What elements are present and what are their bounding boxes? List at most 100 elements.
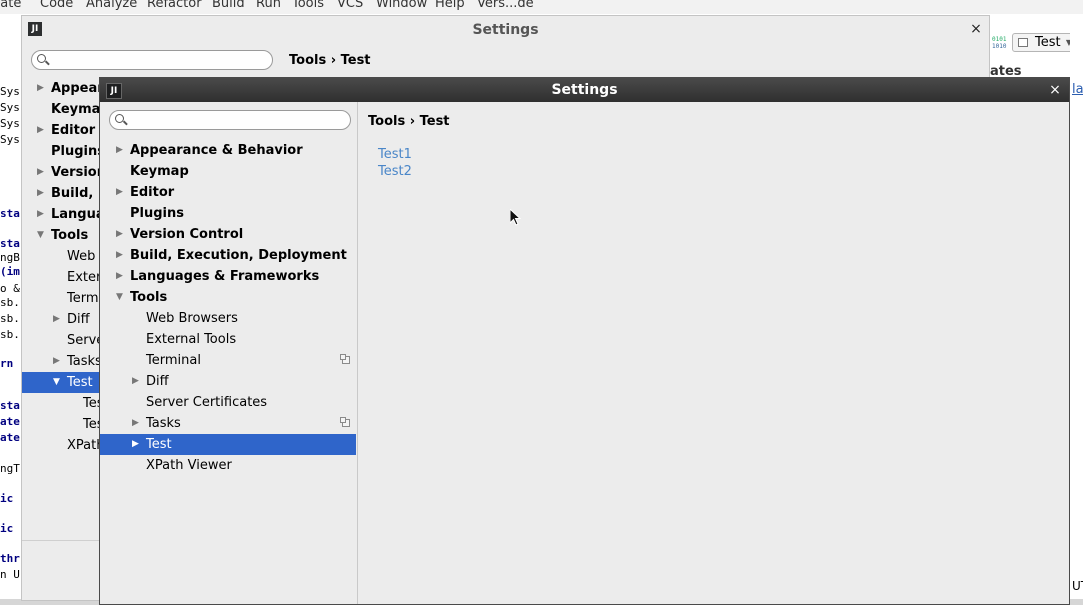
tree-item-label: Editor <box>130 185 175 200</box>
tree-item-label: Test <box>146 437 172 452</box>
tree-item-label: Web Browsers <box>146 311 238 326</box>
chevron-right-icon[interactable]: ▶ <box>37 162 44 183</box>
right-link-fragment[interactable]: la <box>1072 82 1083 97</box>
search-field[interactable] <box>109 110 351 130</box>
menu-item[interactable]: Help <box>435 0 465 11</box>
tree-item-label: Keymap <box>130 164 189 179</box>
menu-item[interactable]: Analyze <box>86 0 137 11</box>
dialog-title: Settings <box>551 82 618 98</box>
menu-item[interactable]: Code <box>40 0 73 11</box>
tree-item-label: Plugins <box>51 144 105 159</box>
search-icon <box>115 114 124 123</box>
tree-item[interactable]: ▶ Appearance & Behavior <box>100 140 356 161</box>
close-icon[interactable]: × <box>967 20 985 38</box>
tree-item-label: Appearance & Behavior <box>130 143 303 158</box>
search-field[interactable] <box>31 50 273 70</box>
chevron-right-icon[interactable]: ▶ <box>132 371 139 392</box>
tree-item[interactable]: Keymap <box>100 161 356 182</box>
chevron-right-icon[interactable]: ▶ <box>53 351 60 372</box>
code-line: n U <box>0 568 20 581</box>
code-line: rn <box>0 357 14 370</box>
tree-item-label: Tasks <box>146 416 181 431</box>
tree-item-label: Version Control <box>130 227 244 242</box>
ide-right-fragment: ates <box>990 64 1070 79</box>
link-test2[interactable]: Test2 <box>378 164 412 179</box>
tree-item[interactable]: ▶ Tasks <box>100 413 356 434</box>
search-input[interactable] <box>132 112 346 128</box>
code-line: ngT <box>0 462 20 475</box>
code-line: o & <box>0 282 20 295</box>
menu-item[interactable]: Refactor <box>147 0 202 11</box>
tree-item-label: Diff <box>146 374 169 389</box>
tree-item[interactable]: Server Certificates <box>100 392 356 413</box>
search-input[interactable] <box>54 52 268 68</box>
search-icon <box>37 54 46 63</box>
chevron-right-icon[interactable]: ▶ <box>132 413 139 434</box>
tree-item-label: Test <box>67 375 93 390</box>
code-line: Sys <box>0 85 20 98</box>
tree-item[interactable]: External Tools <box>100 329 356 350</box>
chevron-right-icon[interactable]: ▶ <box>53 309 60 330</box>
tree-item[interactable]: XPath Viewer <box>100 455 356 476</box>
tree-item[interactable]: ▶ Version Control <box>100 224 356 245</box>
tree-item-label: Server Certificates <box>146 395 268 410</box>
code-line: Sys <box>0 101 20 114</box>
mouse-cursor-icon <box>510 209 522 226</box>
tree-item[interactable]: ▶ Languages & Frameworks <box>100 266 356 287</box>
code-line: sb. <box>0 328 20 341</box>
chevron-right-icon[interactable]: ▶ <box>37 183 44 204</box>
ide-menubar: gate Code Analyze Refactor Build Run Tools VCS W… <box>0 0 1083 14</box>
chevron-right-icon[interactable]: ▶ <box>116 140 123 161</box>
menu-item[interactable]: Vers...de <box>477 0 534 11</box>
menu-item[interactable]: gate <box>0 0 21 11</box>
chevron-down-icon[interactable]: ▼ <box>116 287 123 308</box>
menu-item[interactable]: Run <box>256 0 281 11</box>
chevron-right-icon[interactable]: ▶ <box>37 204 44 225</box>
dialog-title: Settings <box>22 16 989 44</box>
menu-item[interactable]: VCS <box>337 0 363 11</box>
link-test1[interactable]: Test1 <box>378 147 412 162</box>
code-line: ic <box>0 492 14 505</box>
binary-icon[interactable]: 0101 1010 <box>990 33 1010 52</box>
tree-item-label: Tasks <box>67 354 102 369</box>
tree-item[interactable]: ▼ Tools <box>100 287 356 308</box>
tree-item[interactable]: ▶ Editor <box>100 182 356 203</box>
tree-item-label: Languages & Frameworks <box>130 269 320 284</box>
tree-item[interactable]: Web Browsers <box>100 308 356 329</box>
chevron-right-icon[interactable]: ▶ <box>116 224 123 245</box>
code-line: Sys <box>0 133 20 146</box>
run-config-label: Test <box>1035 35 1061 50</box>
chevron-right-icon[interactable]: ▶ <box>37 120 44 141</box>
close-icon[interactable]: × <box>1046 81 1064 99</box>
svg-text:0101: 0101 <box>992 36 1007 43</box>
chevron-down-icon[interactable]: ▼ <box>53 372 60 393</box>
intellij-logo-icon: JI <box>106 83 122 99</box>
settings-sidebar: ▶ Appearance & Behavior Keymap ▶ Editor Plugi… <box>100 102 358 604</box>
chevron-right-icon[interactable]: ▶ <box>116 266 123 287</box>
run-configuration-select[interactable]: Test ▼ <box>1012 33 1077 52</box>
dialog-titlebar[interactable]: Settings JI × <box>100 78 1069 102</box>
tree-item-label: Diff <box>67 312 90 327</box>
chevron-right-icon[interactable]: ▶ <box>116 245 123 266</box>
menu-item[interactable]: Build <box>212 0 245 11</box>
menu-item[interactable]: Tools <box>292 0 324 11</box>
tree-item-label: XPath Viewer <box>146 458 232 473</box>
menu-item[interactable]: Window <box>376 0 427 11</box>
code-line: ate <box>0 415 20 428</box>
tree-item[interactable]: ▶ Test <box>100 434 356 455</box>
chevron-right-icon[interactable]: ▶ <box>132 434 139 455</box>
svg-text:1010: 1010 <box>992 43 1007 50</box>
settings-dialog-front: Settings JI × ▶ Appearance & Behavior Keym… <box>99 77 1070 605</box>
chevron-down-icon[interactable]: ▼ <box>37 225 44 246</box>
chevron-right-icon[interactable]: ▶ <box>37 78 44 99</box>
chevron-right-icon[interactable]: ▶ <box>116 182 123 203</box>
tree-item[interactable]: ▶ Diff <box>100 371 356 392</box>
tree-item[interactable]: Terminal <box>100 350 356 371</box>
tree-item[interactable]: ▶ Build, Execution, Deployment <box>100 245 356 266</box>
code-line: ic <box>0 522 14 535</box>
project-settings-icon <box>340 354 350 364</box>
tree-item[interactable]: Plugins <box>100 203 356 224</box>
code-line: sb. <box>0 296 20 309</box>
code-line: sb. <box>0 312 20 325</box>
tree-item-label: Terminal <box>146 353 201 368</box>
